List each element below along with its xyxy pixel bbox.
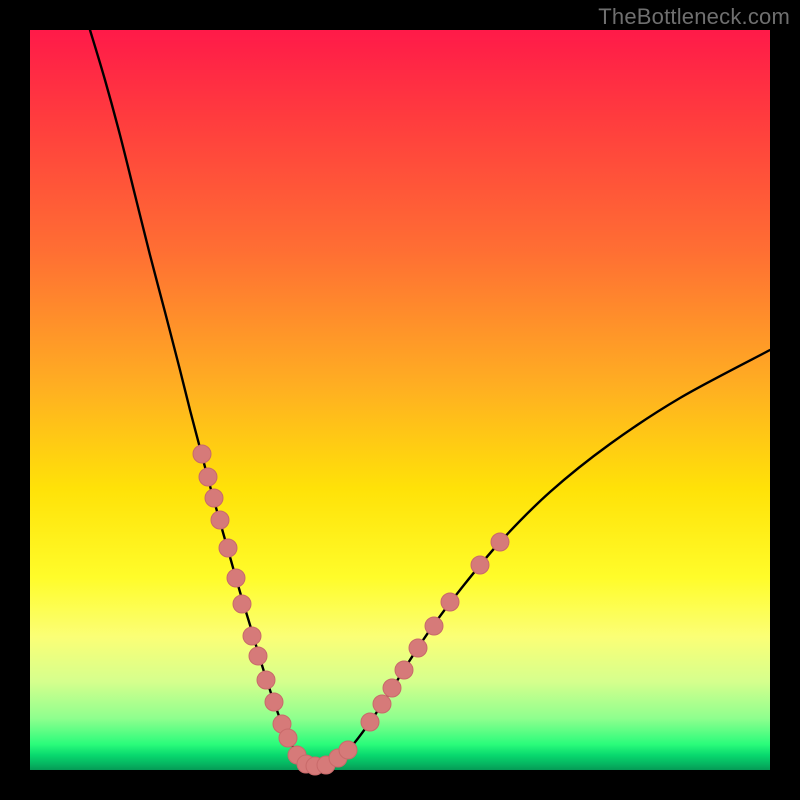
curve-markers	[193, 445, 509, 775]
watermark-text: TheBottleneck.com	[598, 4, 790, 30]
curve-marker	[219, 539, 237, 557]
bottleneck-curve	[90, 30, 770, 767]
curve-marker	[409, 639, 427, 657]
curve-marker	[383, 679, 401, 697]
chart-frame: TheBottleneck.com	[0, 0, 800, 800]
curve-marker	[471, 556, 489, 574]
curve-marker	[441, 593, 459, 611]
curve-marker	[395, 661, 413, 679]
curve-marker	[227, 569, 245, 587]
curve-marker	[211, 511, 229, 529]
curve-marker	[339, 741, 357, 759]
curve-marker	[205, 489, 223, 507]
chart-svg	[30, 30, 770, 770]
curve-marker	[233, 595, 251, 613]
curve-marker	[373, 695, 391, 713]
curve-marker	[491, 533, 509, 551]
curve-marker	[425, 617, 443, 635]
curve-marker	[279, 729, 297, 747]
curve-marker	[361, 713, 379, 731]
curve-marker	[193, 445, 211, 463]
curve-marker	[265, 693, 283, 711]
curve-marker	[243, 627, 261, 645]
curve-marker	[249, 647, 267, 665]
chart-plot-area	[30, 30, 770, 770]
curve-marker	[257, 671, 275, 689]
curve-marker	[199, 468, 217, 486]
